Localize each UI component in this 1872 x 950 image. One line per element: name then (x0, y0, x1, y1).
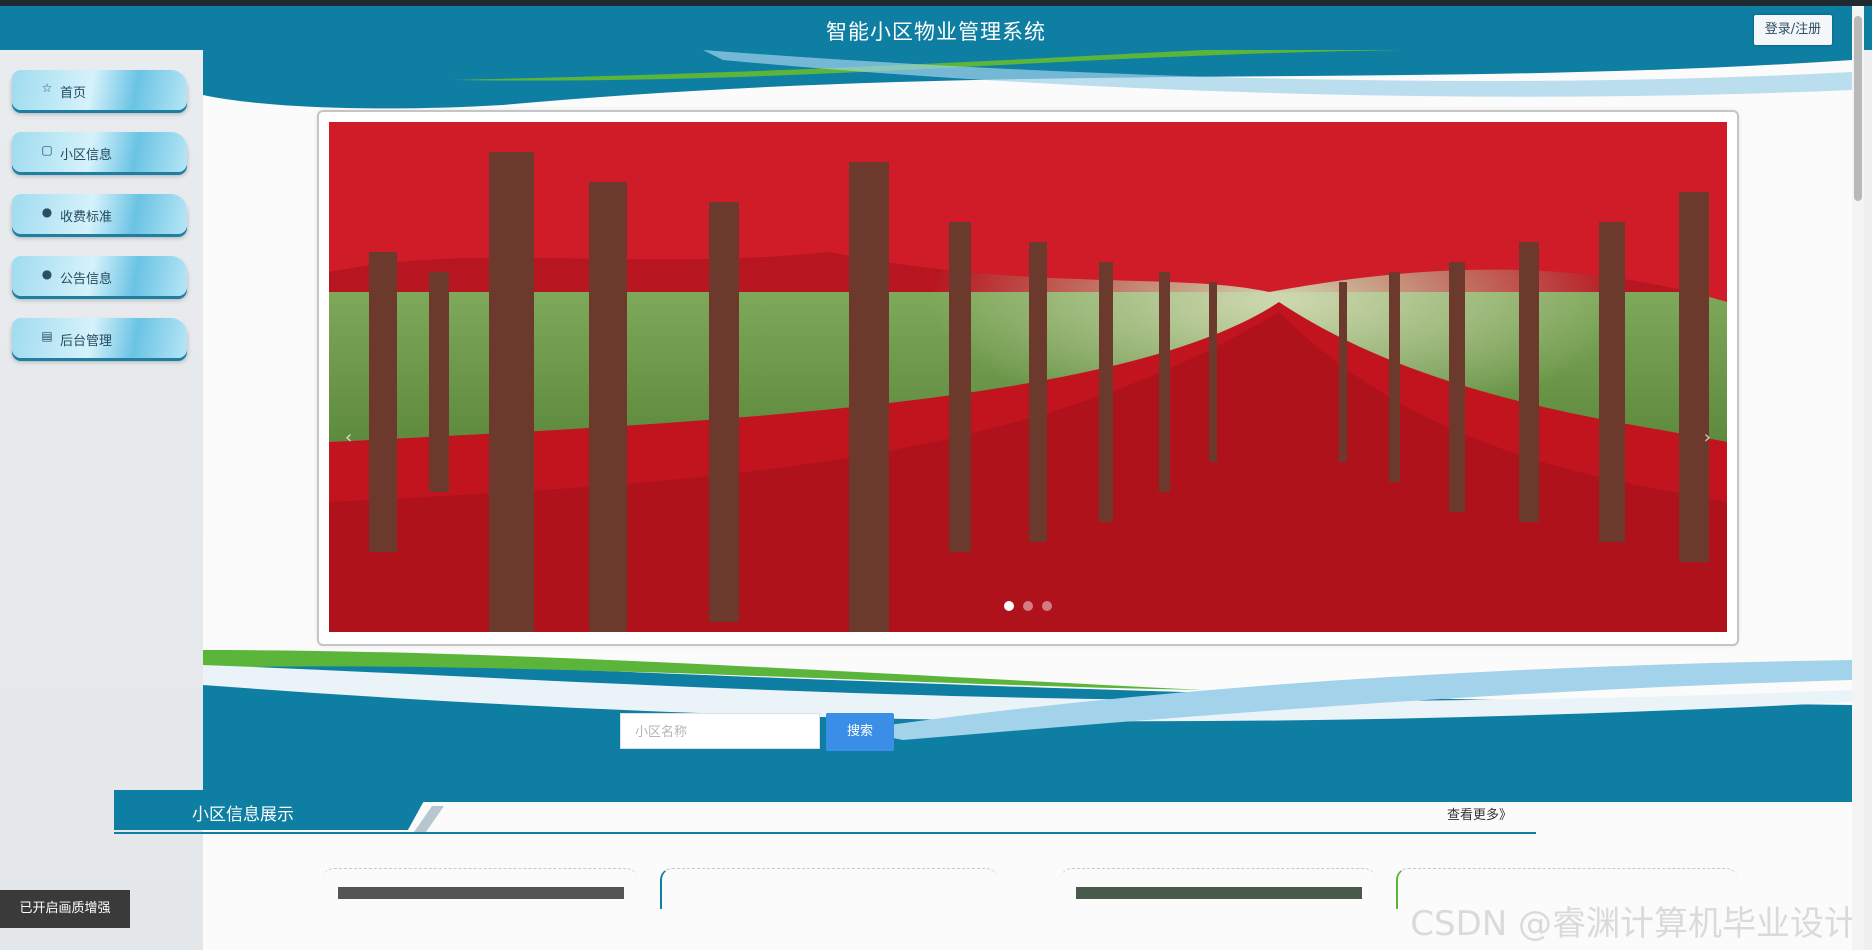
community-card[interactable] (322, 868, 638, 909)
community-card[interactable] (660, 868, 998, 909)
circle-info-icon: ● (41, 205, 53, 219)
sidebar-item-fee-standard[interactable]: ● 收费标准 (12, 194, 187, 234)
carousel-dot-1[interactable] (1004, 601, 1014, 611)
sidebar-item-label: 小区信息 (60, 148, 113, 163)
sidebar-item-label: 收费标准 (60, 210, 113, 225)
csdn-watermark: CSDN @睿渊计算机毕业设计 (1410, 904, 1858, 944)
carousel-next-arrow[interactable]: › (1704, 427, 1711, 448)
calendar-icon: ▤ (41, 329, 53, 343)
carousel-prev-arrow[interactable]: ‹ (345, 427, 352, 448)
banner-carousel[interactable]: ‹ › (319, 112, 1737, 644)
carousel-dot-3[interactable] (1042, 601, 1052, 611)
sidebar-item-admin[interactable]: ▤ 后台管理 (12, 318, 187, 358)
section-header-community-info: 小区信息展示 查看更多》 (114, 790, 1536, 836)
sidebar-item-announcements[interactable]: ● 公告信息 (12, 256, 187, 296)
site-title: 智能小区物业管理系统 (826, 20, 1046, 44)
sidebar-item-label: 后台管理 (60, 334, 113, 349)
header-wave-decoration (203, 50, 1852, 109)
circle-info-icon: ● (41, 267, 53, 281)
carousel-indicators (1004, 596, 1061, 615)
view-more-link[interactable]: 查看更多》 (1447, 804, 1512, 823)
page-scrollbar[interactable] (1852, 6, 1864, 950)
star-icon: ☆ (41, 81, 53, 95)
section-title: 小区信息展示 (192, 805, 294, 825)
community-name-search-input[interactable] (620, 713, 820, 749)
search-button[interactable]: 搜索 (826, 713, 894, 751)
community-card[interactable] (1060, 868, 1376, 909)
sidebar-item-home[interactable]: ☆ 首页 (12, 70, 187, 110)
carousel-dot-2[interactable] (1023, 601, 1033, 611)
banner-image: ‹ › (329, 122, 1727, 632)
community-card-image (338, 887, 624, 899)
sidebar-item-community-info[interactable]: ▢ 小区信息 (12, 132, 187, 172)
scrollbar-thumb[interactable] (1854, 16, 1862, 201)
site-header: 智能小区物业管理系统 登录/注册 (0, 6, 1872, 50)
community-card-image (1076, 887, 1362, 899)
sidebar-item-label: 公告信息 (60, 272, 113, 287)
sidebar-item-label: 首页 (60, 86, 87, 101)
bag-icon: ▢ (41, 143, 53, 157)
section-divider (114, 832, 1536, 834)
red-maple-forest-image (329, 122, 1727, 632)
quality-enhance-badge: 已开启画质增强 (0, 890, 130, 928)
login-register-button[interactable]: 登录/注册 (1754, 15, 1832, 45)
